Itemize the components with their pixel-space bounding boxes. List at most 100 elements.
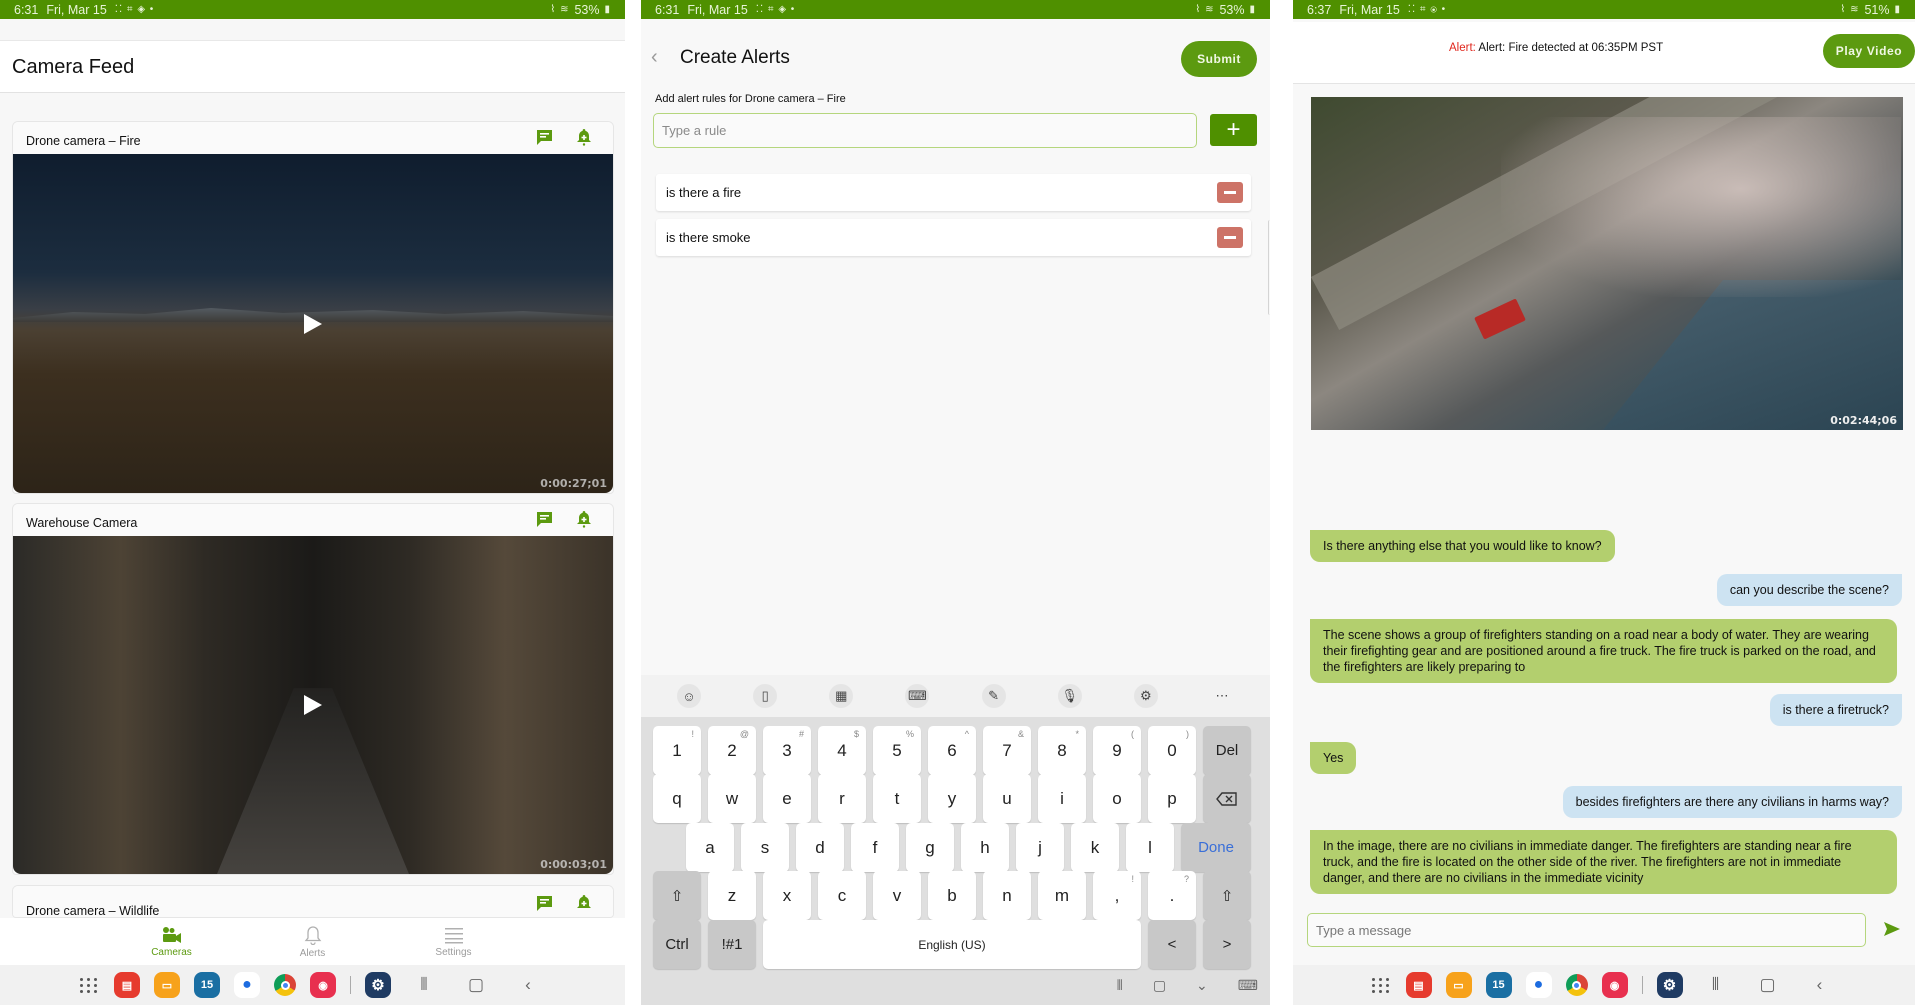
keyboard-settings-icon[interactable]: ⚙ bbox=[1133, 684, 1158, 708]
key-r[interactable]: r bbox=[818, 774, 866, 823]
back-icon[interactable]: ‹ bbox=[509, 975, 547, 995]
key-4[interactable]: 4 $ bbox=[818, 726, 866, 775]
play-icon[interactable] bbox=[304, 695, 322, 715]
key-o[interactable]: o bbox=[1093, 774, 1141, 823]
key-d[interactable]: d bbox=[796, 823, 844, 872]
key-h[interactable]: h bbox=[961, 823, 1009, 872]
rule-input[interactable] bbox=[653, 113, 1197, 148]
key-l[interactable]: l bbox=[1126, 823, 1174, 872]
key-e[interactable]: e bbox=[763, 774, 811, 823]
chrome-app-icon[interactable] bbox=[274, 974, 296, 996]
remove-rule-button[interactable] bbox=[1217, 227, 1243, 248]
tab-alerts[interactable]: Alerts bbox=[242, 918, 383, 965]
recent-apps-icon[interactable]: ⦀ bbox=[1697, 975, 1735, 995]
chat-icon[interactable] bbox=[535, 128, 553, 146]
key-space[interactable]: English (US) bbox=[763, 920, 1141, 969]
key-j[interactable]: j bbox=[1016, 823, 1064, 872]
key-done[interactable]: Done bbox=[1181, 823, 1251, 872]
settings-app-icon[interactable]: ⚙ bbox=[365, 972, 391, 998]
video-preview[interactable]: 0:00:27;01 bbox=[13, 154, 613, 493]
key-b[interactable]: b bbox=[928, 871, 976, 920]
add-alert-icon[interactable] bbox=[575, 128, 593, 146]
tab-cameras[interactable]: Cameras bbox=[101, 918, 242, 965]
key-y[interactable]: y bbox=[928, 774, 976, 823]
key-shift-right[interactable]: ⇧ bbox=[1203, 871, 1251, 920]
key-shift-left[interactable]: ⇧ bbox=[653, 871, 701, 920]
notes-app-icon[interactable]: ▤ bbox=[114, 972, 140, 998]
key-x[interactable]: x bbox=[763, 871, 811, 920]
keyboard-mode-icon[interactable]: ⌨ bbox=[905, 684, 930, 708]
messages-app-icon[interactable]: ● bbox=[1525, 972, 1552, 998]
key-t[interactable]: t bbox=[873, 774, 921, 823]
scrollbar[interactable] bbox=[1268, 220, 1270, 315]
chrome-app-icon[interactable] bbox=[1565, 974, 1588, 996]
key-n[interactable]: n bbox=[983, 871, 1031, 920]
clipboard-icon[interactable]: ▯ bbox=[753, 684, 778, 708]
more-options-icon[interactable]: ⋯ bbox=[1210, 684, 1234, 708]
back-icon[interactable]: ‹ bbox=[1801, 975, 1839, 995]
video-preview[interactable]: 0:00:03;01 bbox=[13, 536, 613, 874]
key-5[interactable]: 5% bbox=[873, 726, 921, 775]
key-6[interactable]: 6 ^ bbox=[928, 726, 976, 775]
key-comma[interactable]: ,! bbox=[1093, 871, 1141, 920]
key-c[interactable]: c bbox=[818, 871, 866, 920]
key-ctrl[interactable]: Ctrl bbox=[653, 920, 701, 969]
files-app-icon[interactable]: ▭ bbox=[1445, 972, 1472, 998]
keyboard-switch-icon[interactable]: ⌨ bbox=[1238, 977, 1258, 994]
app-drawer-icon[interactable] bbox=[1370, 974, 1392, 996]
key-period[interactable]: .? bbox=[1148, 871, 1196, 920]
camera-app-icon[interactable]: ◉ bbox=[1601, 972, 1628, 998]
key-g[interactable]: g bbox=[906, 823, 954, 872]
add-alert-icon[interactable] bbox=[575, 510, 593, 528]
chat-icon[interactable] bbox=[535, 510, 553, 528]
emoji-icon[interactable]: ☺ bbox=[677, 684, 702, 708]
notes-app-icon[interactable]: ▤ bbox=[1405, 972, 1432, 998]
add-alert-icon[interactable] bbox=[575, 894, 593, 912]
microphone-icon[interactable]: 🎙 bbox=[1057, 684, 1082, 708]
key-left-arrow[interactable]: < bbox=[1148, 920, 1196, 969]
calendar-app-icon[interactable]: 15 bbox=[1485, 972, 1512, 998]
key-1[interactable]: 1! bbox=[653, 726, 701, 775]
key-backspace[interactable] bbox=[1203, 774, 1251, 823]
key-9[interactable]: 9( bbox=[1093, 726, 1141, 775]
submit-button[interactable]: Submit bbox=[1181, 41, 1257, 77]
messages-app-icon[interactable]: ● bbox=[234, 972, 260, 998]
key-k[interactable]: k bbox=[1071, 823, 1119, 872]
key-s[interactable]: s bbox=[741, 823, 789, 872]
key-8[interactable]: 8 * bbox=[1038, 726, 1086, 775]
recent-apps-icon[interactable]: ⦀ bbox=[405, 975, 443, 995]
play-video-button[interactable]: Play Video bbox=[1823, 34, 1915, 68]
camera-app-icon[interactable]: ◉ bbox=[310, 972, 336, 998]
key-u[interactable]: u bbox=[983, 774, 1031, 823]
back-arrow-icon[interactable]: ‹ bbox=[651, 46, 658, 69]
handwriting-icon[interactable]: ✎ bbox=[981, 684, 1006, 708]
tab-settings[interactable]: Settings bbox=[383, 918, 524, 965]
key-w[interactable]: w bbox=[708, 774, 756, 823]
key-delete[interactable]: Del bbox=[1203, 726, 1251, 775]
send-button[interactable] bbox=[1881, 918, 1903, 940]
key-0[interactable]: 0) bbox=[1148, 726, 1196, 775]
key-right-arrow[interactable]: > bbox=[1203, 920, 1251, 969]
key-i[interactable]: i bbox=[1038, 774, 1086, 823]
home-icon[interactable]: ▢ bbox=[457, 975, 495, 995]
chat-icon[interactable] bbox=[535, 894, 553, 912]
key-3[interactable]: 3 # bbox=[763, 726, 811, 775]
play-icon[interactable] bbox=[304, 313, 322, 334]
files-app-icon[interactable]: ▭ bbox=[154, 972, 180, 998]
add-rule-button[interactable]: + bbox=[1210, 114, 1257, 146]
key-p[interactable]: p bbox=[1148, 774, 1196, 823]
recent-apps-icon[interactable]: ⦀ bbox=[1117, 977, 1123, 994]
calculator-icon[interactable]: ▦ bbox=[829, 684, 854, 708]
settings-app-icon[interactable]: ⚙ bbox=[1656, 972, 1683, 998]
key-q[interactable]: q bbox=[653, 774, 701, 823]
home-icon[interactable]: ▢ bbox=[1153, 977, 1166, 994]
calendar-app-icon[interactable]: 15 bbox=[194, 972, 220, 998]
home-icon[interactable]: ▢ bbox=[1749, 975, 1787, 995]
key-symbols[interactable]: !#1 bbox=[708, 920, 756, 969]
key-f[interactable]: f bbox=[851, 823, 899, 872]
remove-rule-button[interactable] bbox=[1217, 182, 1243, 203]
hide-keyboard-icon[interactable]: ⌄ bbox=[1196, 977, 1208, 994]
key-7[interactable]: 7 & bbox=[983, 726, 1031, 775]
message-input[interactable] bbox=[1307, 913, 1866, 947]
key-a[interactable]: a bbox=[686, 823, 734, 872]
